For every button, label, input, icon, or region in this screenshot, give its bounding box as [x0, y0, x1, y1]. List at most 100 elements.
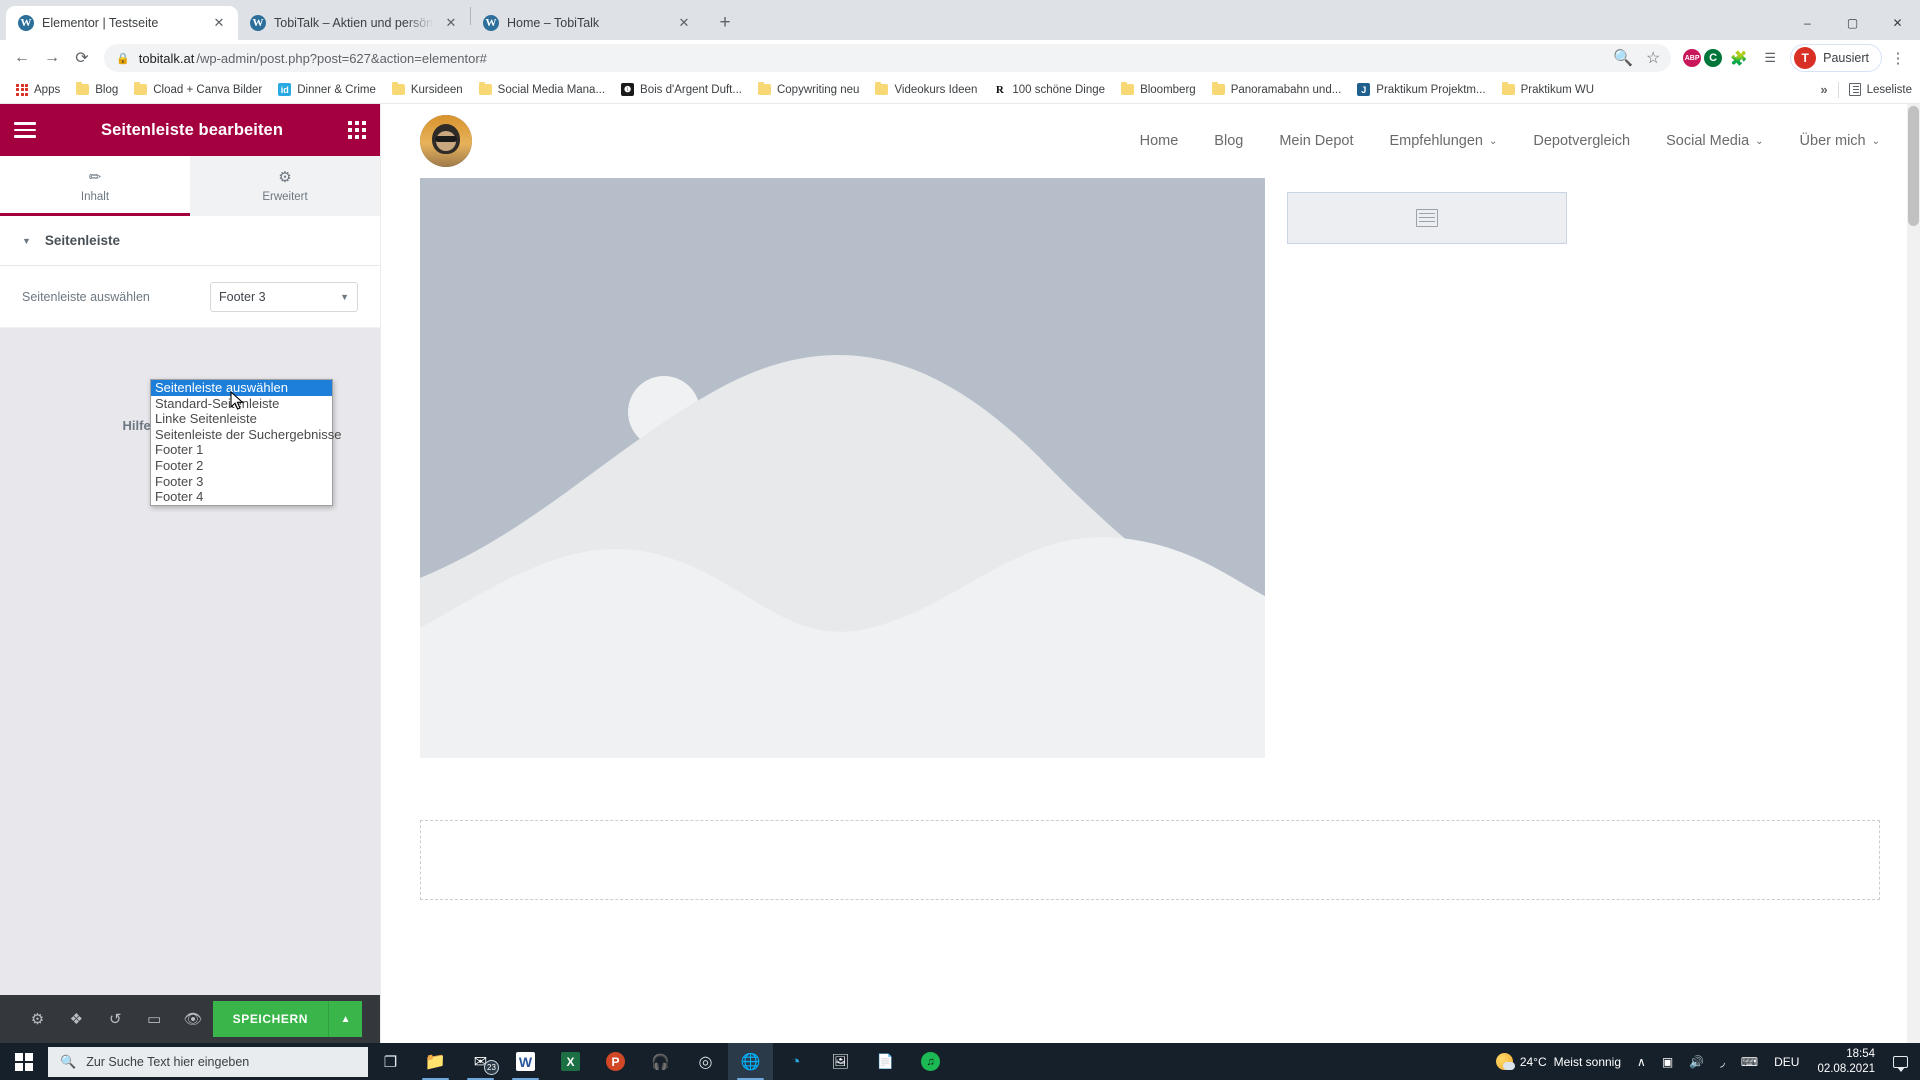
notification-center-icon[interactable] [1885, 1043, 1916, 1080]
close-icon[interactable]: ✕ [442, 14, 460, 32]
bookmark-item[interactable]: id Dinner & Crime [270, 80, 384, 99]
bookmark-apps[interactable]: Apps [8, 81, 68, 99]
nav-item-blog[interactable]: Blog [1214, 133, 1243, 149]
responsive-mode-icon[interactable]: ▭ [135, 995, 174, 1043]
mail-icon[interactable]: ✉ 23 [458, 1043, 503, 1080]
nav-item-mein-depot[interactable]: Mein Depot [1279, 133, 1353, 149]
headphones-icon[interactable]: 🎧 [638, 1043, 683, 1080]
bookmark-item[interactable]: J Praktikum Projektm... [1349, 80, 1493, 99]
back-icon[interactable]: ← [8, 44, 36, 72]
empty-section-dropzone[interactable] [420, 820, 1880, 900]
apps-grid-icon[interactable] [348, 121, 366, 139]
bookmark-item[interactable]: Kursideen [384, 81, 471, 99]
save-options-caret-icon[interactable]: ▲ [328, 1001, 363, 1037]
select-option[interactable]: Footer 2 [151, 458, 332, 474]
bookmarks-overflow-icon[interactable]: » [1820, 82, 1827, 97]
star-icon[interactable]: ☆ [1639, 44, 1667, 72]
windows-start-icon[interactable] [0, 1043, 48, 1080]
bookmark-item[interactable]: Social Media Mana... [471, 81, 613, 99]
task-view-icon[interactable]: ❐ [368, 1043, 413, 1080]
bookmark-item[interactable]: Copywriting neu [750, 81, 867, 99]
spotify-icon[interactable]: ♫ [908, 1043, 953, 1080]
tab-inhalt[interactable]: ✏ Inhalt [0, 156, 190, 216]
bookmark-item[interactable]: Panoramabahn und... [1204, 81, 1350, 99]
close-icon[interactable]: ✕ [675, 14, 693, 32]
browser-tab-1[interactable]: W Elementor | Testseite ✕ [6, 6, 238, 40]
nav-item-social-media[interactable]: Social Media ⌄ [1666, 133, 1763, 149]
sidebar-select-dropdown[interactable]: Footer 3 ▼ [210, 281, 358, 312]
reading-list-button[interactable]: Leseliste [1848, 83, 1912, 96]
nav-item-ueber-mich[interactable]: Über mich ⌄ [1800, 133, 1880, 149]
edge-icon[interactable]: ◔ [773, 1043, 818, 1080]
three-dot-menu-icon[interactable]: ⋮ [1884, 44, 1912, 72]
excel-icon[interactable]: X [548, 1043, 593, 1080]
divider [1837, 81, 1839, 98]
ghostery-icon[interactable]: C [1704, 49, 1723, 67]
language-indicator[interactable]: DEU [1766, 1043, 1807, 1080]
weather-widget[interactable]: 24°C Meist sonnig [1488, 1043, 1629, 1080]
scrollbar-thumb[interactable] [1908, 106, 1919, 226]
bookmark-label: Blog [95, 83, 119, 96]
bookmark-item[interactable]: Videokurs Ideen [867, 81, 985, 99]
select-option[interactable]: Footer 1 [151, 442, 332, 458]
sidebar-widget-placeholder[interactable] [1287, 192, 1567, 244]
nav-item-depotvergleich[interactable]: Depotvergleich [1533, 133, 1630, 149]
navigator-layers-icon[interactable]: ❖ [57, 995, 96, 1043]
volume-icon[interactable]: 🔊 [1681, 1043, 1712, 1080]
maximize-icon[interactable]: ▢ [1830, 6, 1875, 40]
profile-button[interactable]: T Pausiert [1790, 44, 1882, 72]
webcam-icon[interactable]: ▣ [1654, 1043, 1681, 1080]
history-icon[interactable]: ↺ [96, 995, 135, 1043]
decorative-waves [420, 354, 1265, 758]
bookmark-item[interactable]: Praktikum WU [1494, 81, 1602, 99]
browser-tab-2[interactable]: W TobiTalk – Aktien und persönliche ✕ [238, 6, 470, 40]
photo-editor-icon[interactable]: 🖼 [818, 1043, 863, 1080]
close-window-icon[interactable]: ✕ [1875, 6, 1920, 40]
clock[interactable]: 18:54 02.08.2021 [1807, 1047, 1885, 1076]
select-option[interactable]: Footer 3 [151, 474, 332, 490]
nav-item-home[interactable]: Home [1140, 133, 1179, 149]
wifi-icon[interactable]: ◞ [1712, 1043, 1733, 1080]
select-option[interactable]: Linke Seitenleiste [151, 411, 332, 427]
chrome-icon[interactable]: 🌐 [728, 1043, 773, 1080]
obs-studio-icon[interactable]: ◎ [683, 1043, 728, 1080]
reload-icon[interactable]: ⟳ [68, 44, 96, 72]
taskbar-search-input[interactable]: 🔍 Zur Suche Text hier eingeben [48, 1046, 368, 1077]
close-icon[interactable]: ✕ [210, 14, 228, 32]
nav-item-empfehlungen[interactable]: Empfehlungen ⌄ [1389, 133, 1497, 149]
bookmark-item[interactable]: Cload + Canva Bilder [126, 81, 270, 99]
select-option[interactable]: Seitenleiste der Suchergebnisse [151, 427, 341, 443]
forward-icon[interactable]: → [38, 44, 66, 72]
adblock-plus-icon[interactable]: ABP [1683, 49, 1702, 67]
powerpoint-icon[interactable]: P [593, 1043, 638, 1080]
save-button[interactable]: SPEICHERN [212, 1001, 329, 1037]
show-hidden-icons-chevron[interactable]: ∧ [1629, 1043, 1654, 1080]
new-tab-button[interactable]: + [711, 9, 739, 37]
minimize-icon[interactable]: – [1785, 6, 1830, 40]
avatar: T [1794, 47, 1817, 69]
settings-gear-icon[interactable]: ⚙ [18, 995, 57, 1043]
section-seitenleiste[interactable]: ▼ Seitenleiste [0, 216, 380, 266]
hamburger-icon[interactable] [14, 122, 36, 138]
hero-image-placeholder[interactable] [420, 178, 1265, 758]
media-playlist-icon[interactable]: ☰ [1756, 44, 1784, 72]
preview-eye-icon[interactable]: 👁 [174, 995, 213, 1043]
elementor-preview-canvas: Home Blog Mein Depot Empfehlungen ⌄ Depo… [380, 104, 1920, 1043]
nav-label: Home [1139, 133, 1179, 149]
zoom-icon[interactable]: 🔍 [1609, 44, 1637, 72]
puzzle-extensions-icon[interactable]: 🧩 [1725, 44, 1753, 72]
search-placeholder: Zur Suche Text hier eingeben [86, 1054, 250, 1069]
preview-scrollbar[interactable] [1907, 104, 1920, 1043]
select-option[interactable]: Footer 4 [151, 489, 332, 505]
acrobat-icon[interactable]: 📄 [863, 1043, 908, 1080]
address-bar[interactable]: 🔒 tobitalk.at /wp-admin/post.php?post=62… [104, 44, 1672, 72]
keyboard-icon[interactable]: ⌨ [1733, 1043, 1766, 1080]
word-icon[interactable]: W [503, 1043, 548, 1080]
bookmark-item[interactable]: ❶ Bois d'Argent Duft... [613, 80, 750, 99]
bookmark-item[interactable]: Blog [68, 81, 126, 99]
browser-tab-3[interactable]: W Home – TobiTalk ✕ [471, 6, 703, 40]
bookmark-item[interactable]: R 100 schöne Dinge [985, 80, 1113, 99]
file-explorer-icon[interactable]: 📁 [413, 1043, 458, 1080]
bookmark-item[interactable]: Bloomberg [1113, 81, 1204, 99]
tab-erweitert[interactable]: ⚙ Erweitert [190, 156, 380, 216]
